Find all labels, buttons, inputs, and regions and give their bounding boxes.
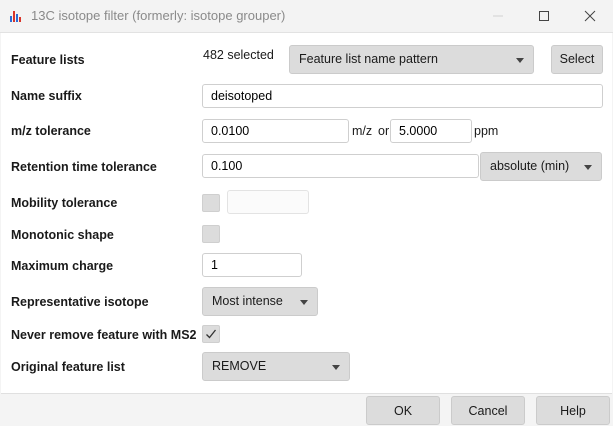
never-remove-ms2-checkbox[interactable] — [202, 325, 220, 343]
monotonic-shape-label: Monotonic shape — [11, 228, 114, 242]
select-button[interactable]: Select — [551, 45, 603, 74]
maximum-charge-input[interactable] — [202, 253, 302, 277]
close-icon — [584, 10, 596, 22]
dialog-footer: OK Cancel Help — [1, 393, 612, 426]
close-button[interactable] — [567, 0, 613, 32]
original-feature-list-dropdown[interactable]: REMOVE — [202, 352, 350, 381]
parameter-panel: Feature lists 482 selected Feature list … — [1, 33, 612, 393]
rt-tolerance-label: Retention time tolerance — [11, 160, 157, 174]
chevron-down-icon — [516, 57, 524, 63]
mz-tolerance-input[interactable] — [202, 119, 349, 143]
rt-unit-value: absolute (min) — [490, 159, 570, 173]
checkmark-icon — [206, 329, 217, 339]
feature-list-mode-dropdown[interactable]: Feature list name pattern — [289, 45, 534, 74]
maximum-charge-label: Maximum charge — [11, 259, 114, 273]
ppm-tolerance-input[interactable] — [390, 119, 472, 143]
feature-list-mode-value: Feature list name pattern — [299, 52, 438, 66]
feature-lists-count: 482 selected — [203, 48, 274, 62]
monotonic-shape-checkbox[interactable] — [202, 225, 220, 243]
chevron-down-icon — [584, 164, 592, 170]
never-remove-ms2-label: Never remove feature with MS2 — [11, 328, 197, 342]
name-suffix-label: Name suffix — [11, 89, 82, 103]
cancel-button[interactable]: Cancel — [451, 396, 525, 425]
chevron-down-icon — [300, 299, 308, 305]
maximize-icon — [539, 11, 549, 21]
or-label: or — [378, 124, 390, 138]
help-button[interactable]: Help — [536, 396, 610, 425]
representative-isotope-dropdown[interactable]: Most intense — [202, 287, 318, 316]
original-feature-list-label: Original feature list — [11, 360, 125, 374]
mobility-tolerance-label: Mobility tolerance — [11, 196, 118, 210]
chart-app-icon — [10, 11, 21, 22]
representative-isotope-value: Most intense — [212, 294, 283, 308]
mobility-tolerance-input[interactable] — [227, 190, 309, 214]
representative-isotope-label: Representative isotope — [11, 295, 149, 309]
ppm-unit-label: ppm — [474, 124, 499, 138]
mz-tolerance-label: m/z tolerance — [11, 124, 91, 138]
chevron-down-icon — [332, 364, 340, 370]
minimize-button[interactable] — [475, 0, 521, 32]
name-suffix-input[interactable] — [202, 84, 603, 108]
original-feature-list-value: REMOVE — [212, 359, 267, 373]
minimize-icon — [493, 15, 503, 17]
title-bar: 13C isotope filter (formerly: isotope gr… — [0, 0, 613, 33]
mobility-tolerance-checkbox[interactable] — [202, 194, 220, 212]
rt-tolerance-input[interactable] — [202, 154, 479, 178]
ok-button[interactable]: OK — [366, 396, 440, 425]
window-title: 13C isotope filter (formerly: isotope gr… — [31, 8, 286, 23]
maximize-button[interactable] — [521, 0, 567, 32]
feature-lists-label: Feature lists — [11, 53, 85, 67]
rt-unit-dropdown[interactable]: absolute (min) — [480, 152, 602, 181]
mz-unit-label: m/z — [352, 124, 373, 138]
